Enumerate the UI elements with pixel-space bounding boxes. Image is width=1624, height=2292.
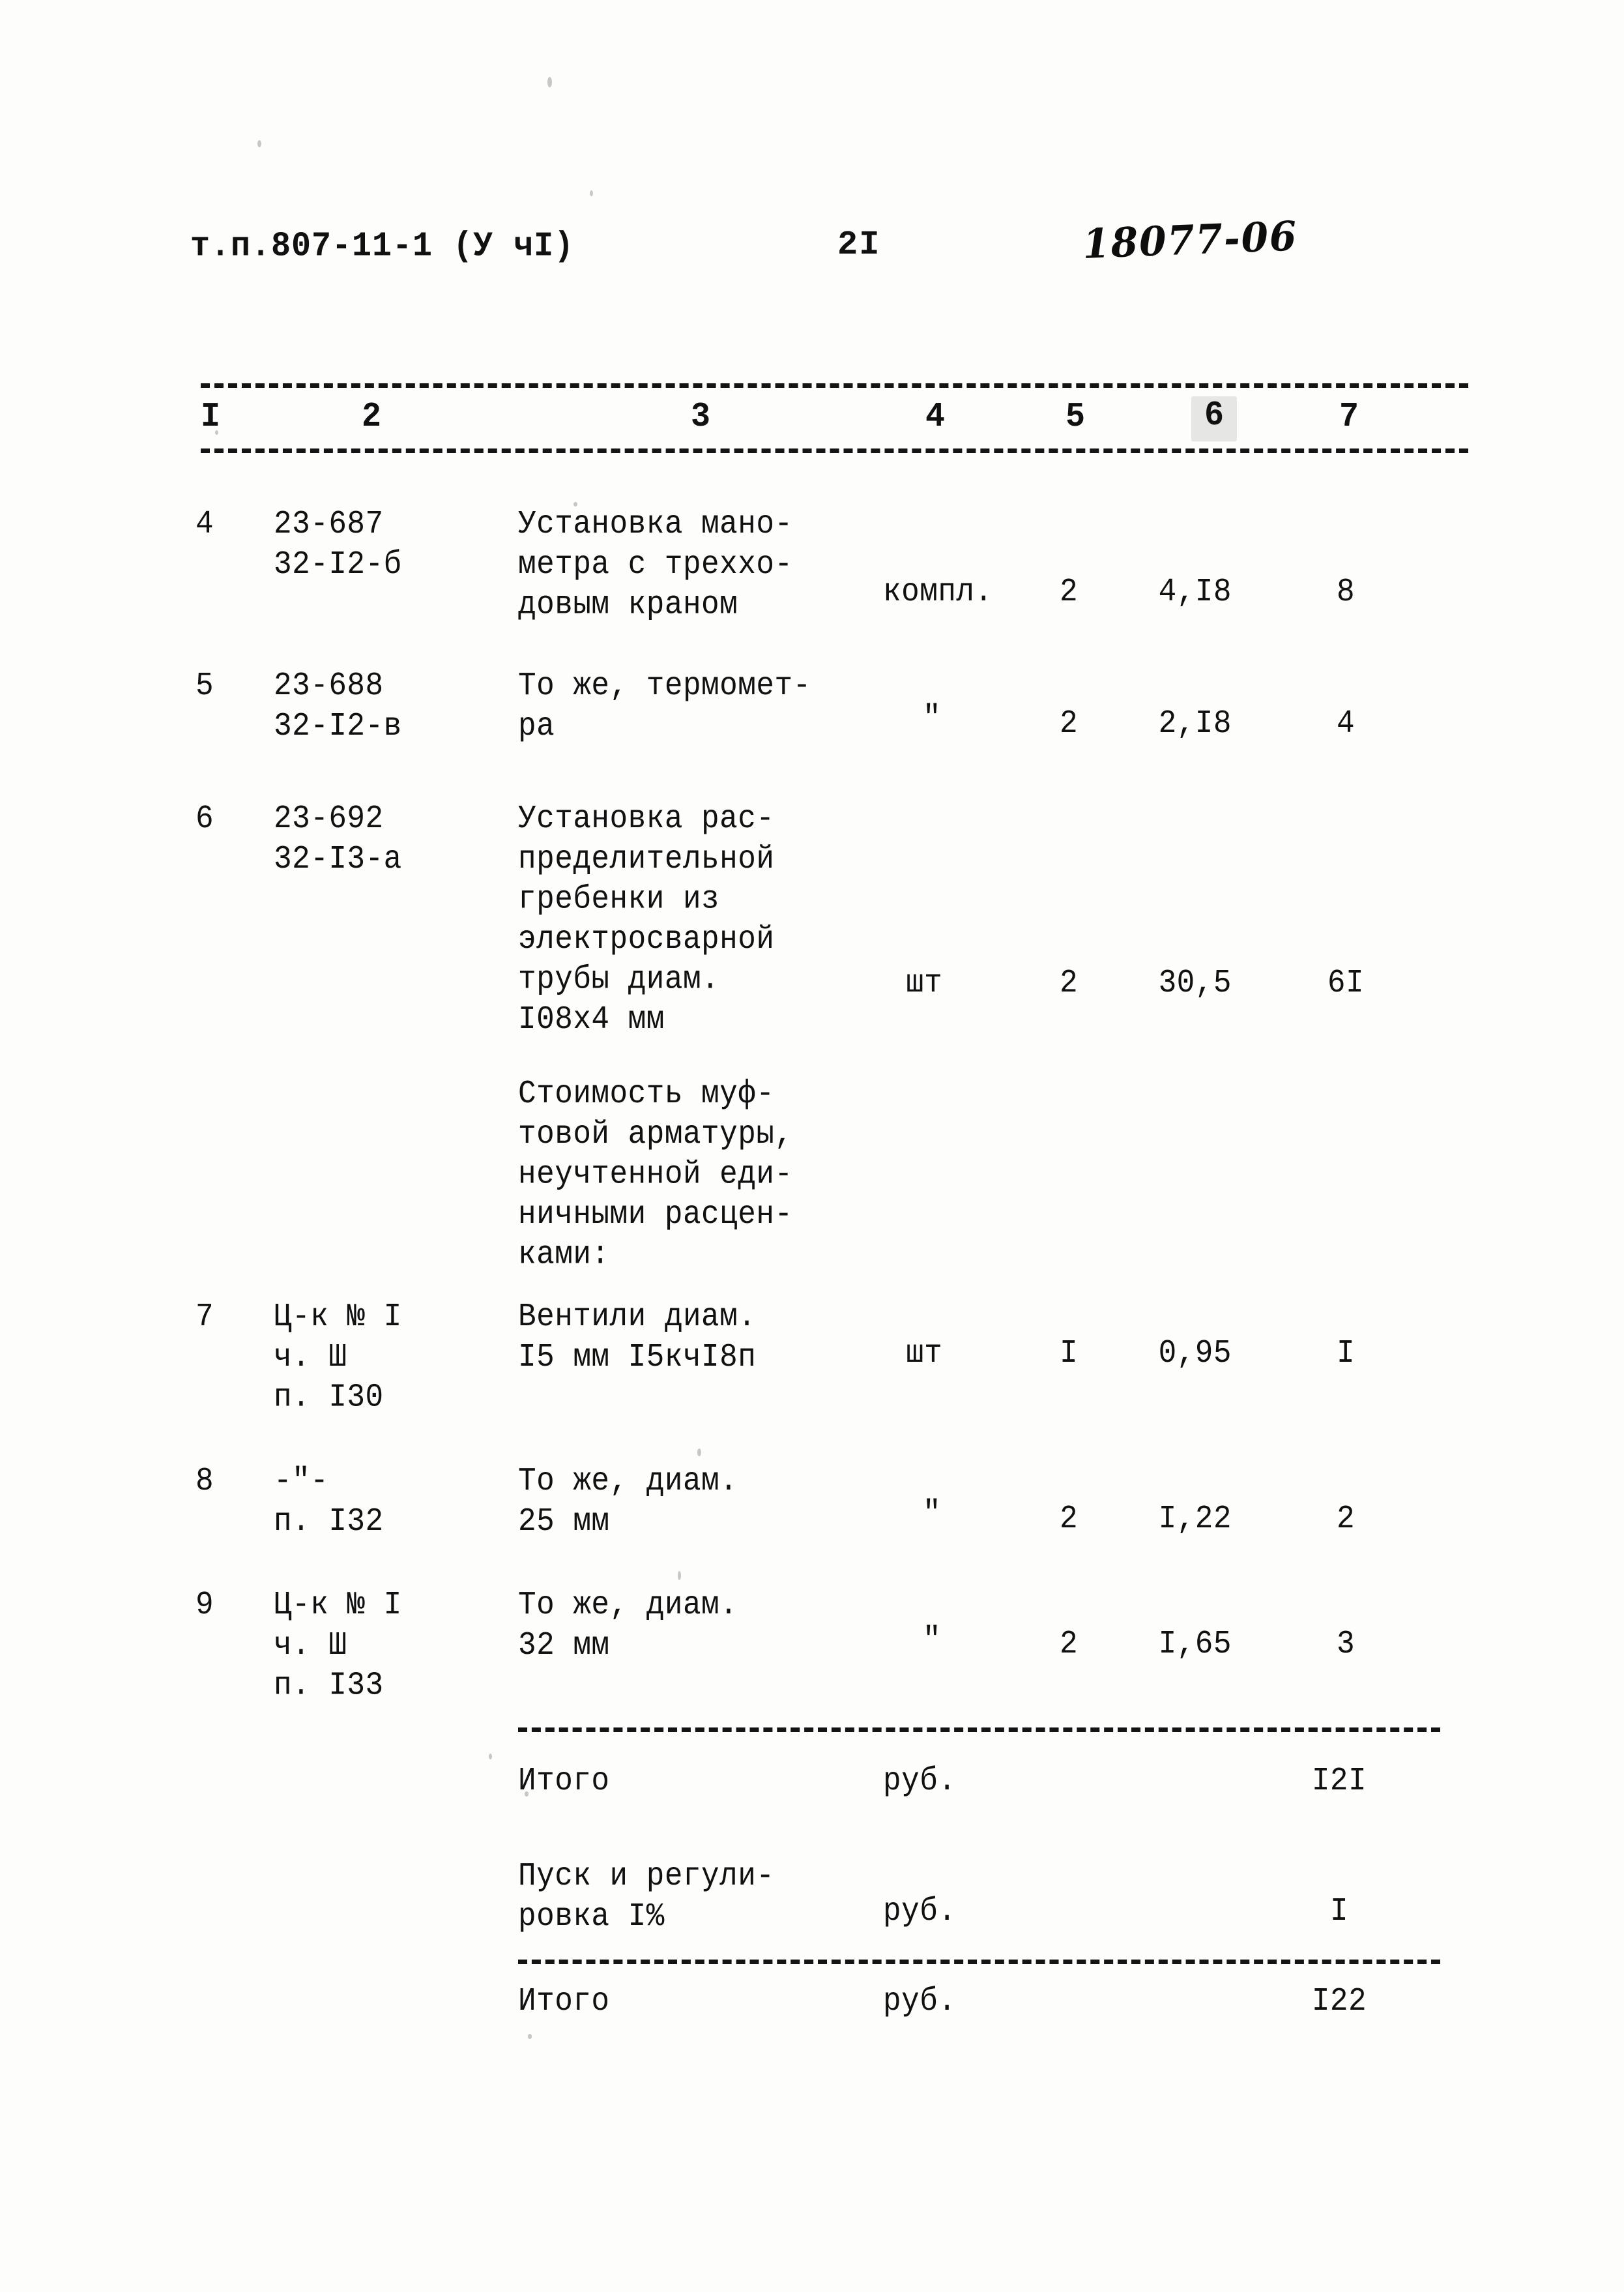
- scan-speck: [525, 1791, 529, 1797]
- table-row: -"- п. I32: [274, 1463, 384, 1540]
- column-header-6: 6: [1191, 396, 1237, 442]
- table-row: То же, диам. 32 мм: [518, 1587, 738, 1664]
- summary-top-rule: [518, 1727, 1440, 1732]
- summary-row: I2I: [1311, 1763, 1367, 1800]
- table-row: I: [1336, 1335, 1356, 1372]
- scan-speck: [590, 190, 593, 196]
- column-header-3: 3: [690, 398, 710, 437]
- table-row: Ц-к № I ч. Ш п. I30: [274, 1299, 402, 1416]
- scan-speck: [528, 2034, 532, 2039]
- table-row: 4,I8: [1158, 574, 1232, 611]
- table-row: Ц-к № I ч. Ш п. I33: [274, 1587, 402, 1704]
- column-header-5: 5: [1065, 398, 1085, 437]
- column-header-2: 2: [361, 398, 381, 437]
- table-row: 2: [1336, 1501, 1356, 1538]
- document-header: т.п.807-11-1 (У чI) 2I 18077-06: [0, 212, 1624, 292]
- scan-speck: [547, 77, 552, 87]
- scan-speck: [573, 502, 577, 507]
- table-row: ": [922, 1495, 942, 1533]
- table-row: 23-688 32-I2-в: [274, 668, 402, 744]
- table-row: То же, термомет- ра: [518, 668, 811, 744]
- scanned-document-page: т.п.807-11-1 (У чI) 2I 18077-06 I 2 3 4 …: [0, 0, 1624, 2292]
- summary-row: руб.: [883, 1763, 957, 1800]
- table-row: 30,5: [1158, 965, 1232, 1002]
- table-row: компл.: [883, 574, 993, 611]
- note-block: Стоимость муф- товой арматуры, неучтенно…: [518, 1076, 793, 1273]
- table-row: Установка мано- метра с треххо- довым кр…: [518, 506, 793, 623]
- summary-row: Итого: [518, 1763, 610, 1800]
- table-row: 23-692 32-I3-а: [274, 801, 402, 877]
- summary-row: I22: [1311, 1983, 1367, 2020]
- table-row: шт: [906, 965, 943, 1002]
- summary-row: руб.: [883, 1893, 957, 1930]
- table-row: I,22: [1158, 1501, 1232, 1538]
- scan-speck: [489, 1754, 492, 1759]
- table-row: 2: [1059, 965, 1079, 1002]
- table-row: 2: [1059, 574, 1079, 611]
- table-row: 3: [1336, 1626, 1356, 1663]
- page-number: 2I: [837, 226, 881, 264]
- summary-row: Итого: [518, 1983, 610, 2020]
- table-row: 4: [196, 506, 214, 543]
- table-header-rule: [201, 448, 1468, 453]
- table-row: Вентили диам. I5 мм I5кчI8п: [518, 1299, 757, 1375]
- table-row: 6: [196, 801, 214, 838]
- table-row: шт: [906, 1335, 943, 1372]
- column-header-7: 7: [1339, 398, 1359, 437]
- summary-bottom-rule: [518, 1960, 1440, 1964]
- table-row: 2: [1059, 705, 1079, 742]
- table-row: 5: [196, 668, 214, 705]
- table-row: 2: [1059, 1501, 1079, 1538]
- table-row: 0,95: [1158, 1335, 1232, 1372]
- table-row: I: [1059, 1335, 1079, 1372]
- table-row: То же, диам. 25 мм: [518, 1463, 738, 1540]
- table-row: I,65: [1158, 1626, 1232, 1663]
- scan-speck: [215, 430, 218, 435]
- column-header-4: 4: [925, 398, 945, 437]
- table-row: 7: [196, 1299, 214, 1336]
- table-row: 23-687 32-I2-б: [274, 506, 402, 583]
- table-row: 8: [1336, 574, 1356, 611]
- table-top-rule: [201, 383, 1468, 388]
- scan-speck: [697, 1448, 701, 1456]
- table-row: 9: [196, 1587, 214, 1624]
- column-header-1: I: [200, 398, 220, 437]
- handwritten-stamp-number: 18077-06: [1082, 212, 1299, 268]
- table-row: ": [922, 700, 942, 737]
- scan-speck: [257, 140, 261, 147]
- summary-row: руб.: [883, 1983, 957, 2020]
- summary-row: I: [1329, 1893, 1349, 1930]
- table-row: 2,I8: [1158, 705, 1232, 742]
- table-row: Установка рас- пределительной гребенки и…: [518, 801, 775, 1038]
- scan-speck: [678, 1571, 681, 1580]
- table-row: ": [922, 1622, 942, 1659]
- table-row: 2: [1059, 1626, 1079, 1663]
- summary-row: Пуск и регули- ровка I%: [518, 1858, 775, 1935]
- table-row: 4: [1336, 705, 1356, 742]
- table-row: 8: [196, 1463, 214, 1500]
- table-row: 6I: [1327, 965, 1365, 1002]
- document-code: т.п.807-11-1 (У чI): [190, 227, 575, 267]
